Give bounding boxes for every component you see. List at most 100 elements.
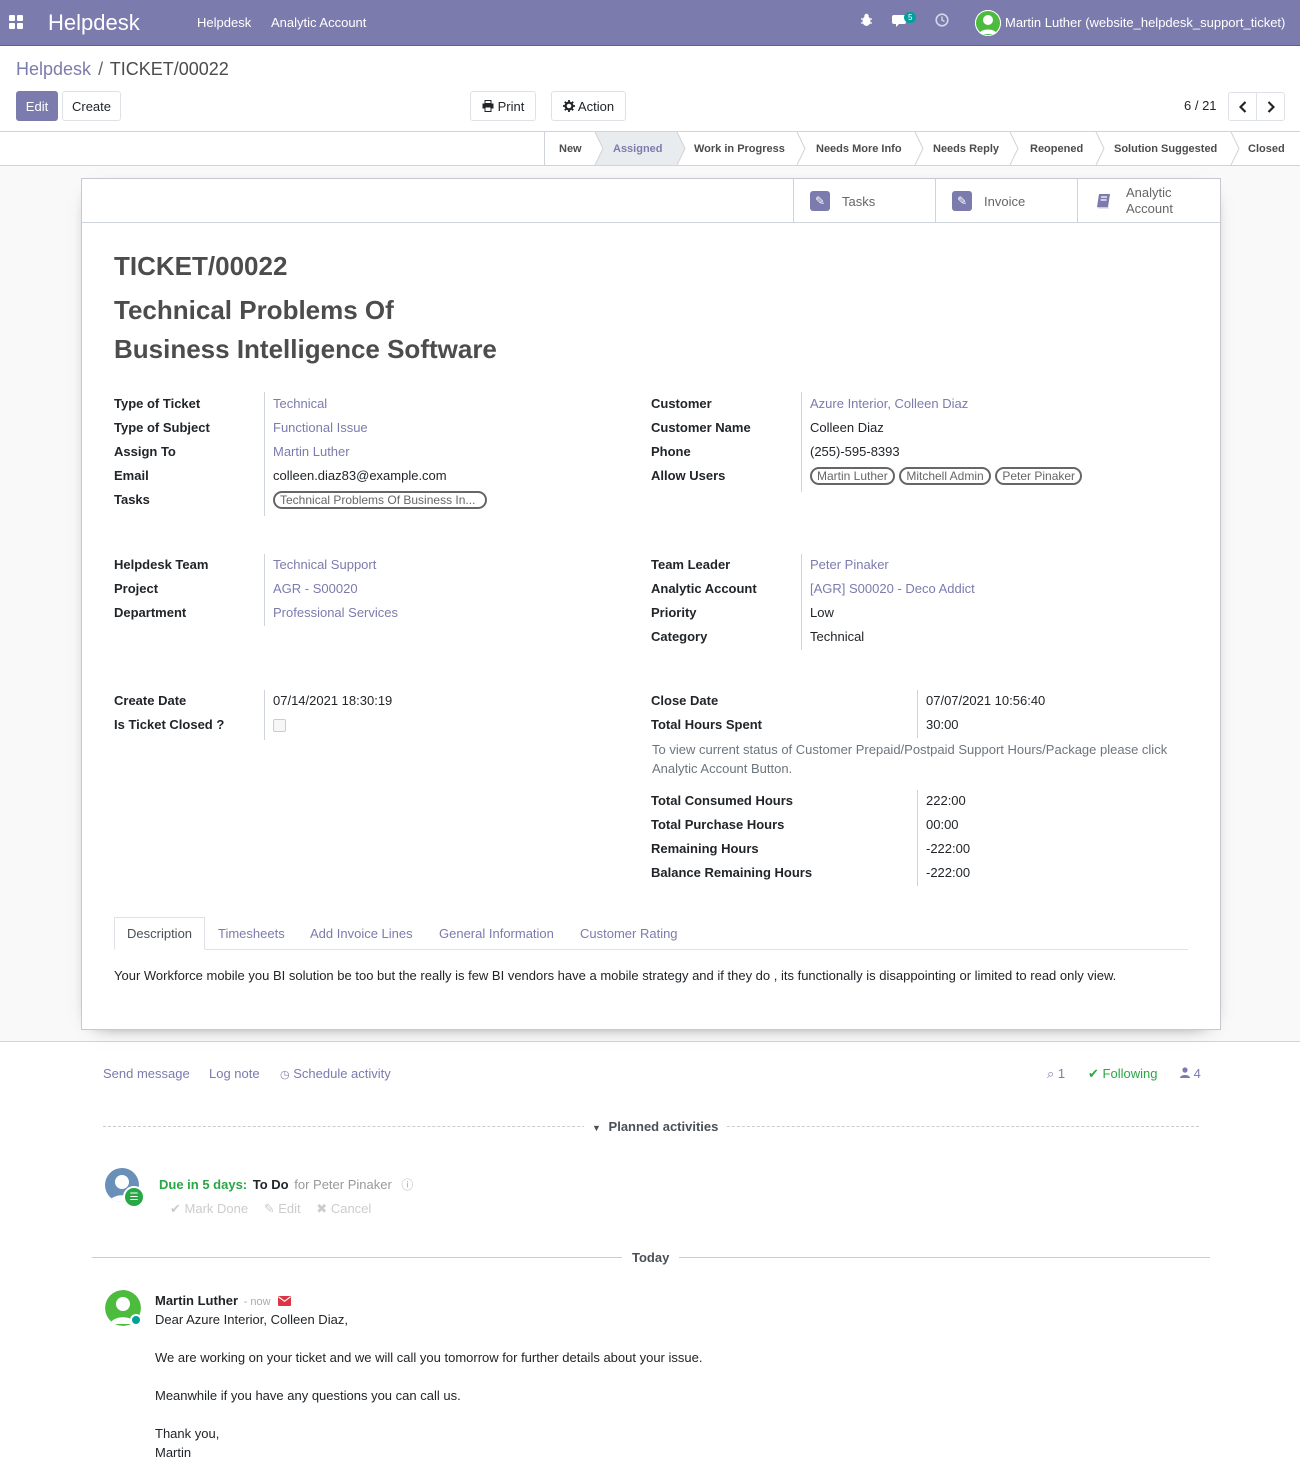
allow-users-tags: Martin Luther Mitchell Admin Peter Pinak… (810, 467, 1083, 485)
action-label: Action (577, 98, 615, 114)
tab-general-information[interactable]: General Information (439, 917, 554, 950)
info-circle-icon[interactable]: ⓘ (401, 1178, 413, 1192)
log-note-button[interactable]: Log note (209, 1066, 260, 1081)
balance-remaining-hours-value: -222:00 (926, 865, 971, 880)
chevron-left-icon (1238, 100, 1246, 113)
breadcrumb-separator: / (98, 59, 104, 79)
helpdesk-team-label: Helpdesk Team (114, 557, 209, 572)
analytic-account-value[interactable]: [AGR] S00020 - Deco Addict (810, 581, 975, 596)
pager-previous-button[interactable] (1228, 92, 1257, 121)
tasks-tags: Technical Problems Of Business In... (273, 491, 488, 509)
breadcrumb-helpdesk[interactable]: Helpdesk (16, 59, 91, 79)
edit-button[interactable]: Edit (16, 91, 58, 121)
create-button[interactable]: Create (62, 91, 121, 121)
mark-done-button[interactable]: ✔ Mark Done (170, 1201, 248, 1216)
breadcrumb: Helpdesk / TICKET/00022 (16, 59, 229, 80)
project-value[interactable]: AGR - S00020 (273, 581, 358, 596)
activity-clock-icon[interactable] (935, 13, 949, 30)
schedule-activity-button[interactable]: ◷ Schedule activity (280, 1066, 391, 1081)
department-label: Department (114, 605, 187, 620)
clock-icon: ◷ (280, 1069, 290, 1081)
total-consumed-hours-label: Total Consumed Hours (651, 793, 794, 808)
pager-next-button[interactable] (1256, 92, 1285, 121)
analytic-account-label: Analytic Account (651, 581, 757, 596)
tab-add-invoice-lines[interactable]: Add Invoice Lines (310, 917, 413, 950)
planned-activities-toggle[interactable]: ▼ Planned activities (584, 1119, 727, 1134)
attachments-button[interactable]: ⌕ 1 (1047, 1066, 1065, 1082)
assign-to-label: Assign To (114, 444, 176, 459)
smart-button-box: ✎ Tasks ✎ Invoice Analytic Account (82, 179, 1220, 223)
priority-value: Low (810, 605, 834, 620)
category-value: Technical (810, 629, 865, 644)
create-date-value: 07/14/2021 18:30:19 (273, 693, 393, 708)
user-tag[interactable]: Peter Pinaker (995, 467, 1083, 485)
message-author[interactable]: Martin Luther (155, 1293, 238, 1308)
apps-menu-icon[interactable] (9, 15, 23, 29)
user-avatar[interactable] (975, 10, 1001, 36)
user-icon (1180, 1067, 1190, 1078)
task-tag[interactable]: Technical Problems Of Business In... (273, 491, 487, 509)
pager-value[interactable]: 6 / 21 (1184, 98, 1217, 113)
tab-timesheets[interactable]: Timesheets (218, 917, 285, 950)
type-of-ticket-value[interactable]: Technical (273, 396, 327, 411)
caret-down-icon: ▼ (592, 1123, 601, 1133)
assign-to-value[interactable]: Martin Luther (273, 444, 350, 459)
analytic-help-text: To view current status of Customer Prepa… (652, 742, 1168, 776)
following-button[interactable]: ✔ Following (1088, 1066, 1157, 1082)
message-line: We are working on your ticket and we wil… (155, 1350, 703, 1365)
menu-helpdesk[interactable]: Helpdesk (197, 15, 251, 30)
department-value[interactable]: Professional Services (273, 605, 398, 620)
activity-item: Due in 5 days: To Do for Peter Pinaker ⓘ (159, 1176, 413, 1193)
type-of-ticket-label: Type of Ticket (114, 396, 201, 411)
invoice-smart-button[interactable]: ✎ Invoice (935, 179, 1077, 223)
stage-arrows (594, 132, 1240, 165)
analytic-account-smart-button[interactable]: Analytic Account (1077, 179, 1220, 223)
invoice-smart-label: Invoice (984, 193, 1026, 209)
balance-remaining-hours-label: Balance Remaining Hours (651, 865, 813, 880)
schedule-activity-label: Schedule activity (293, 1066, 391, 1081)
close-date-value: 07/07/2021 10:56:40 (926, 693, 1046, 708)
ticket-number: TICKET/00022 (114, 251, 288, 281)
edit-activity-button[interactable]: ✎ Edit (264, 1201, 301, 1216)
message-line: Martin (155, 1445, 192, 1460)
message-count-badge: 5 (904, 12, 917, 23)
user-menu[interactable]: Martin Luther (website_helpdesk_support_… (1005, 15, 1285, 30)
message-line: Dear Azure Interior, Colleen Diaz, (155, 1312, 348, 1327)
ticket-title-line-1: Technical Problems Of (114, 295, 394, 325)
total-hours-spent-value: 30:00 (926, 717, 959, 732)
pencil-icon: ✎ (263, 1201, 275, 1216)
user-tag[interactable]: Mitchell Admin (899, 467, 991, 485)
tab-customer-rating[interactable]: Customer Rating (580, 917, 678, 950)
print-icon (482, 100, 494, 112)
allow-users-label: Allow Users (651, 468, 726, 483)
team-leader-label: Team Leader (651, 557, 731, 572)
chevron-right-icon (1267, 100, 1275, 113)
paperclip-icon: ⌕ (1047, 1066, 1055, 1081)
cancel-activity-button[interactable]: ✖ Cancel (316, 1201, 371, 1216)
remaining-hours-label: Remaining Hours (651, 841, 759, 856)
action-button[interactable]: Action (551, 91, 626, 121)
app-brand[interactable]: Helpdesk (48, 10, 140, 36)
print-label: Print (497, 98, 525, 114)
tasks-smart-button[interactable]: ✎ Tasks (793, 179, 935, 223)
form-sheet: ✎ Tasks ✎ Invoice Analytic Account TICKE… (81, 178, 1221, 1030)
user-tag[interactable]: Martin Luther (810, 467, 895, 485)
print-button[interactable]: Print (470, 91, 536, 121)
customer-value[interactable]: Azure Interior, Colleen Diaz (810, 396, 968, 411)
debug-bug-icon[interactable] (860, 13, 873, 30)
helpdesk-team-value[interactable]: Technical Support (273, 557, 376, 572)
tasks-label: Tasks (114, 492, 150, 507)
total-consumed-hours-value: 222:00 (926, 793, 966, 808)
is-ticket-closed-label: Is Ticket Closed ? (114, 717, 225, 732)
followers-button[interactable]: 4 (1180, 1066, 1201, 1081)
message-line: Meanwhile if you have any questions you … (155, 1388, 461, 1403)
tab-description[interactable]: Description (114, 917, 206, 950)
is-ticket-closed-checkbox[interactable] (273, 719, 286, 732)
team-leader-value[interactable]: Peter Pinaker (810, 557, 889, 572)
menu-analytic-account[interactable]: Analytic Account (271, 15, 366, 30)
send-message-button[interactable]: Send message (103, 1066, 190, 1081)
type-of-subject-value[interactable]: Functional Issue (273, 420, 368, 435)
cancel-activity-label: Cancel (330, 1201, 372, 1216)
edit-activity-label: Edit (278, 1201, 301, 1216)
top-navbar: Helpdesk Helpdesk Analytic Account 5 Mar… (0, 0, 1300, 46)
